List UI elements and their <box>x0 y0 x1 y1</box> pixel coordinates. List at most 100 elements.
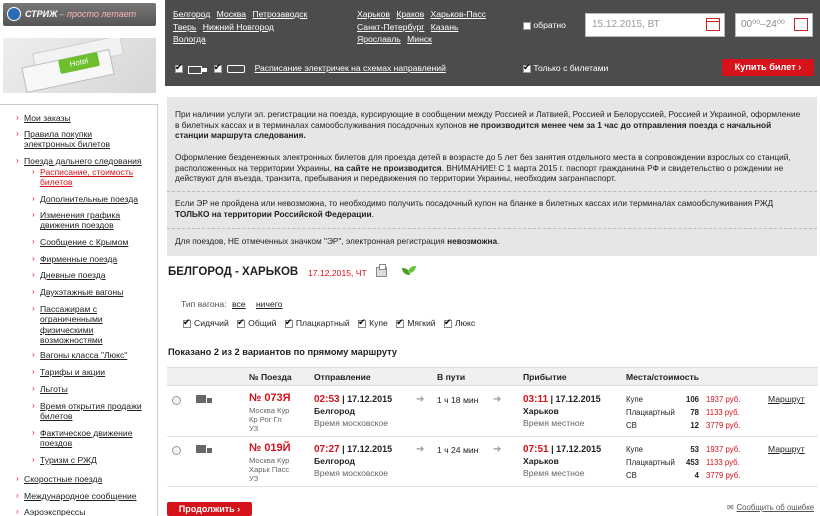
report-error-link[interactable]: Сообщить об ошибке <box>727 503 815 512</box>
notice-box: При наличии услуги эл. регистрации на по… <box>167 97 817 256</box>
bullet-arrow-icon: › <box>32 367 35 376</box>
train-checkbox[interactable] <box>175 62 183 73</box>
bullet-arrow-icon: › <box>16 129 19 138</box>
sidebar-item-accessibility[interactable]: › Пассажирам с ограниченными физическими … <box>32 304 140 345</box>
checkbox[interactable] <box>284 317 293 328</box>
divider <box>167 191 817 192</box>
wagon-type-coupe[interactable]: Купе <box>358 317 388 328</box>
from-city-list: Белгород Москва Петрозаводск Тверь Нижни… <box>173 8 333 46</box>
to-city-link[interactable]: Ярославль <box>357 34 401 44</box>
notice-paragraph: Для поездов, НЕ отмеченных значком "ЭР",… <box>175 236 500 246</box>
time-range-field[interactable]: 00⁰⁰–24⁰⁰ <box>735 13 813 37</box>
from-city-link[interactable]: Петрозаводск <box>252 9 307 19</box>
from-city-link[interactable]: Нижний Новгород <box>203 22 274 32</box>
sidebar-item-benefits[interactable]: › Льготы <box>32 384 68 394</box>
results-table-header: № Поезда Отправление В пути Прибытие Мес… <box>167 367 818 386</box>
arrow-right-icon: ➔ <box>416 394 425 405</box>
travel-duration: 1 ч 18 мин <box>437 395 479 405</box>
bullet-arrow-icon: › <box>32 428 35 437</box>
to-city-link[interactable]: Санкт-Петербург <box>357 22 424 32</box>
bullet-arrow-icon: › <box>16 474 19 483</box>
sidebar-item-day-trains[interactable]: › Дневные поезда <box>32 270 106 280</box>
to-city-link[interactable]: Краков <box>396 9 424 19</box>
to-city-link[interactable]: Минск <box>407 34 432 44</box>
only-with-tickets-checkbox[interactable] <box>523 62 531 73</box>
to-city-list: Харьков Краков Харьков-Пасс Санкт-Петерб… <box>357 8 497 46</box>
sidebar-item-crimea[interactable]: › Сообщение с Крымом <box>32 237 128 247</box>
train-radio[interactable] <box>172 396 181 405</box>
sidebar-item-branded-trains[interactable]: › Фирменные поезда <box>32 254 117 264</box>
sidebar-item-long-distance[interactable]: › Поезда дальнего следования <box>16 156 142 166</box>
train-number[interactable]: № 073Я <box>249 392 291 404</box>
route-title: БЕЛГОРОД - ХАРЬКОВ <box>168 266 299 278</box>
eco-leaf-icon[interactable] <box>402 266 416 276</box>
from-city-link[interactable]: Тверь <box>173 22 196 32</box>
train-number[interactable]: № 019Й <box>249 442 291 454</box>
wagon-type-lux[interactable]: Люкс <box>443 317 475 328</box>
bullet-arrow-icon: › <box>16 156 19 165</box>
sidebar-item-international[interactable]: › Международное сообщение <box>16 491 137 501</box>
departure-timezone: Время московское <box>314 418 389 428</box>
calendar-icon[interactable] <box>706 18 720 31</box>
table-row[interactable]: № 073Я Москва Кур Кр Рог Гл УЗ 02:53 | 1… <box>167 388 818 437</box>
sidebar-item-sale-opening[interactable]: › Время открытия продажи билетов <box>32 401 150 422</box>
sidebar-item-high-speed[interactable]: › Скоростные поезда <box>16 474 102 484</box>
continue-button[interactable]: Продолжить › <box>167 502 252 516</box>
wagon-type-soft[interactable]: Мягкий <box>396 317 436 328</box>
buy-ticket-button[interactable]: Купить билет › <box>722 59 814 76</box>
sidebar-item-tariffs[interactable]: › Тарифы и акции <box>32 367 105 377</box>
wagon-type-platzkart[interactable]: Плацкартный <box>284 317 350 328</box>
sidebar-item-my-orders[interactable]: › Мои заказы <box>16 113 71 123</box>
route-link[interactable]: Маршрут <box>768 444 805 454</box>
departure-datetime: 07:27 | 17.12.2015 <box>314 444 393 455</box>
col-seats: Места/стоимость <box>626 372 700 382</box>
checkbox[interactable] <box>443 317 452 328</box>
round-trip-label: обратно <box>533 20 566 30</box>
sidebar-item-actual-movement[interactable]: › Фактическое движение поездов <box>32 428 145 449</box>
sidebar-item-lux-cars[interactable]: › Вагоны класса "Люкс" <box>32 350 127 360</box>
checkbox[interactable] <box>237 317 246 328</box>
sidebar-item-tourism[interactable]: › Туризм с РЖД <box>32 455 97 465</box>
clock-icon[interactable] <box>794 18 808 31</box>
only-with-tickets-label: Только с билетами <box>533 63 609 73</box>
wagon-type-seated[interactable]: Сидячий <box>183 317 229 328</box>
checkbox[interactable] <box>396 317 405 328</box>
to-city-link[interactable]: Казань <box>431 22 459 32</box>
brand-logo[interactable]: СТРИЖ – просто летает <box>3 3 156 26</box>
round-trip-option[interactable]: обратно <box>523 20 566 30</box>
print-icon[interactable] <box>376 264 387 277</box>
suburban-schedule-link[interactable]: Расписание электричек на схемах направле… <box>255 63 446 73</box>
route-link[interactable]: Маршрут <box>768 394 805 404</box>
select-all-link[interactable]: все <box>232 299 246 309</box>
only-with-tickets-option[interactable]: Только с билетами <box>523 62 609 73</box>
sidebar-item-aeroexpress[interactable]: › Аэроэкспрессы <box>16 507 85 516</box>
sidebar-item-additional-trains[interactable]: › Дополнительные поезда <box>32 194 138 204</box>
select-none-link[interactable]: ничего <box>256 299 283 309</box>
rzd-emblem-icon <box>7 7 21 21</box>
train-radio[interactable] <box>172 446 181 455</box>
suburban-checkbox[interactable] <box>213 62 222 73</box>
from-city-link[interactable]: Москва <box>217 9 246 19</box>
checkbox[interactable] <box>183 317 191 328</box>
sidebar-item-schedule-changes[interactable]: › Изменения графика движения поездов <box>32 210 145 231</box>
date-field[interactable]: 15.12.2015, ВТ <box>585 13 725 37</box>
to-city-link[interactable]: Харьков-Пасс <box>431 9 486 19</box>
checkbox[interactable] <box>358 317 367 328</box>
sidebar-item-double-deck[interactable]: › Двухэтажные вагоны <box>32 287 123 297</box>
round-trip-checkbox[interactable] <box>523 21 531 30</box>
table-row[interactable]: № 019Й Москва Кур Харьк Пасс УЗ 07:27 | … <box>167 438 818 487</box>
sidebar-item-schedule[interactable]: › Расписание, стоимость билетов <box>32 167 150 188</box>
from-city-link[interactable]: Белгород <box>173 9 210 19</box>
hotel-banner[interactable]: Hotel <box>3 38 156 93</box>
notice-paragraph: Оформление безденежных электронных билет… <box>175 152 791 184</box>
col-arrival: Прибытие <box>523 372 567 382</box>
logo-text: СТРИЖ – просто летает <box>25 9 137 19</box>
arrival-datetime: 07:51 | 17.12.2015 <box>523 444 602 455</box>
from-city-link[interactable]: Вологда <box>173 34 206 44</box>
train-icon <box>188 65 208 74</box>
bullet-arrow-icon: › <box>32 210 35 219</box>
sidebar-item-rules[interactable]: › Правила покупки электронных билетов <box>16 129 134 150</box>
results-count: Показано 2 из 2 вариантов по прямому мар… <box>168 347 398 357</box>
to-city-link[interactable]: Харьков <box>357 9 390 19</box>
wagon-type-general[interactable]: Общий <box>237 317 276 328</box>
